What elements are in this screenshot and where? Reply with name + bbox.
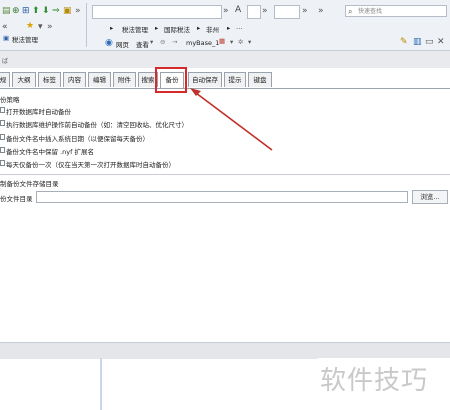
size-combo[interactable]	[247, 5, 261, 19]
view-dropdown-icon[interactable]: ▾	[150, 38, 153, 46]
layout-icon[interactable]: ▥	[413, 37, 422, 47]
indent-right-icon[interactable]: ⇒	[52, 6, 60, 16]
option-checkbox[interactable]	[0, 107, 5, 113]
arrow-shaft	[195, 92, 273, 151]
forward-icon[interactable]: →	[172, 38, 177, 46]
divider	[0, 174, 450, 175]
tab-outline[interactable]: 大纲	[12, 72, 36, 87]
view-menu[interactable]: 查看	[136, 39, 149, 49]
highlight-box	[155, 67, 187, 93]
breadcrumb-item[interactable]: 国际税法	[164, 24, 190, 34]
breadcrumb-arrow-icon: ▸	[197, 24, 201, 32]
tab-tips[interactable]: 提示	[224, 72, 246, 87]
tab-labels[interactable]: 标签	[38, 72, 61, 87]
close-panel-icon[interactable]: ✕	[437, 37, 445, 47]
backup-policy-title: 份策略	[0, 96, 20, 104]
tab-attachments[interactable]: 附件	[113, 72, 136, 87]
style-combo[interactable]	[274, 5, 300, 19]
status-bar	[0, 342, 450, 359]
breadcrumb-arrow-icon: ▸	[110, 24, 114, 32]
tab-autosave[interactable]: 自动保存	[188, 72, 222, 87]
font-size-icon[interactable]: A	[235, 5, 241, 15]
web-page-icon[interactable]: ◉	[105, 38, 113, 48]
favorite-icon[interactable]: ★	[26, 21, 34, 31]
toolbar-more-3-icon[interactable]: »	[302, 6, 308, 16]
toolbar-more-icon[interactable]: »	[223, 6, 229, 16]
web-page-label[interactable]: 网页	[116, 39, 129, 49]
sidebar-arrows-icon[interactable]: «	[2, 22, 8, 32]
arrow-head	[190, 88, 201, 96]
browse-button[interactable]: 浏览...	[412, 190, 448, 204]
breadcrumb-item[interactable]: 非州	[206, 24, 219, 34]
watermark-text: 软件技巧	[320, 366, 429, 396]
option-checkbox[interactable]	[0, 160, 5, 166]
breadcrumb-arrow-icon: ▸	[227, 24, 231, 32]
option-label[interactable]: 备份文件名中保留 .nyf 扩展名	[6, 146, 94, 156]
more-arrows-icon[interactable]: »	[75, 6, 81, 16]
option-label[interactable]: 备份文件名中插入系统日期（以便保留每天备份）	[6, 133, 149, 143]
folder-icon[interactable]: ▣	[63, 6, 72, 16]
dialog-header-strip	[0, 51, 450, 69]
settings-icon[interactable]: ✲	[238, 38, 243, 46]
toolbar-more-2-icon[interactable]: »	[262, 6, 268, 16]
option-label[interactable]: 每天仅备份一次（仅在当天第一次打开数据库时自动备份）	[6, 159, 175, 169]
tab-content[interactable]: 内容	[63, 72, 86, 87]
back-icon[interactable]: ⊖	[160, 38, 165, 46]
calendar-icon[interactable]: ▦	[219, 37, 225, 45]
add-icon[interactable]: ⊕	[12, 6, 20, 16]
panel-icon[interactable]: ▭	[425, 37, 434, 47]
tree-icon[interactable]: ⊞	[22, 6, 30, 16]
backup-dir-input[interactable]	[36, 191, 408, 203]
dialog-title: ば	[2, 58, 9, 65]
backup-dir-label: 份文件目录	[0, 195, 33, 203]
tab-edit[interactable]: 编辑	[88, 72, 111, 87]
outline-tree-icon: ▣	[3, 34, 10, 42]
backup-dir-title: 制备份文件存储目录	[0, 180, 59, 188]
tab-keyboard[interactable]: 键盘	[248, 72, 272, 87]
search-input[interactable]: 快速查找	[345, 5, 447, 18]
option-checkbox[interactable]	[0, 134, 5, 140]
option-checkbox[interactable]	[0, 147, 5, 153]
font-combo[interactable]	[92, 5, 222, 19]
sidebar-more-icon[interactable]: »	[47, 22, 53, 32]
calendar-dropdown-icon[interactable]: ▾	[230, 38, 233, 46]
settings-dropdown-icon[interactable]: ▾	[248, 38, 251, 46]
move-down-icon[interactable]: ⬇	[42, 6, 50, 16]
breadcrumb-more-icon[interactable]: …	[236, 23, 243, 31]
move-up-icon[interactable]: ⬆	[32, 6, 40, 16]
option-label[interactable]: 执行数据库维护操作前自动备份（如：清空回收站、优化尺寸）	[6, 119, 188, 129]
favorite-dropdown-icon[interactable]: ▾	[38, 22, 43, 32]
splitter[interactable]	[100, 358, 102, 410]
option-checkbox[interactable]	[0, 120, 5, 126]
edit-icon[interactable]: ✎	[400, 37, 408, 47]
breadcrumb-arrow-icon: ▸	[155, 24, 159, 32]
new-note-icon[interactable]: ▤	[2, 6, 11, 16]
database-name[interactable]: myBase_1	[186, 39, 219, 47]
option-label[interactable]: 打开数据库时自动备份	[6, 106, 71, 116]
tab-general[interactable]: 规	[0, 72, 10, 87]
main-toolbar: ▤ ⊕ ⊞ ⬆ ⬇ ⇒ ▣ » » A » » » 快速查找 « ★ ▾ » ▸…	[0, 0, 450, 51]
toolbar-more-4-icon[interactable]: »	[318, 6, 324, 16]
breadcrumb-item[interactable]: 税法管理	[122, 24, 148, 34]
